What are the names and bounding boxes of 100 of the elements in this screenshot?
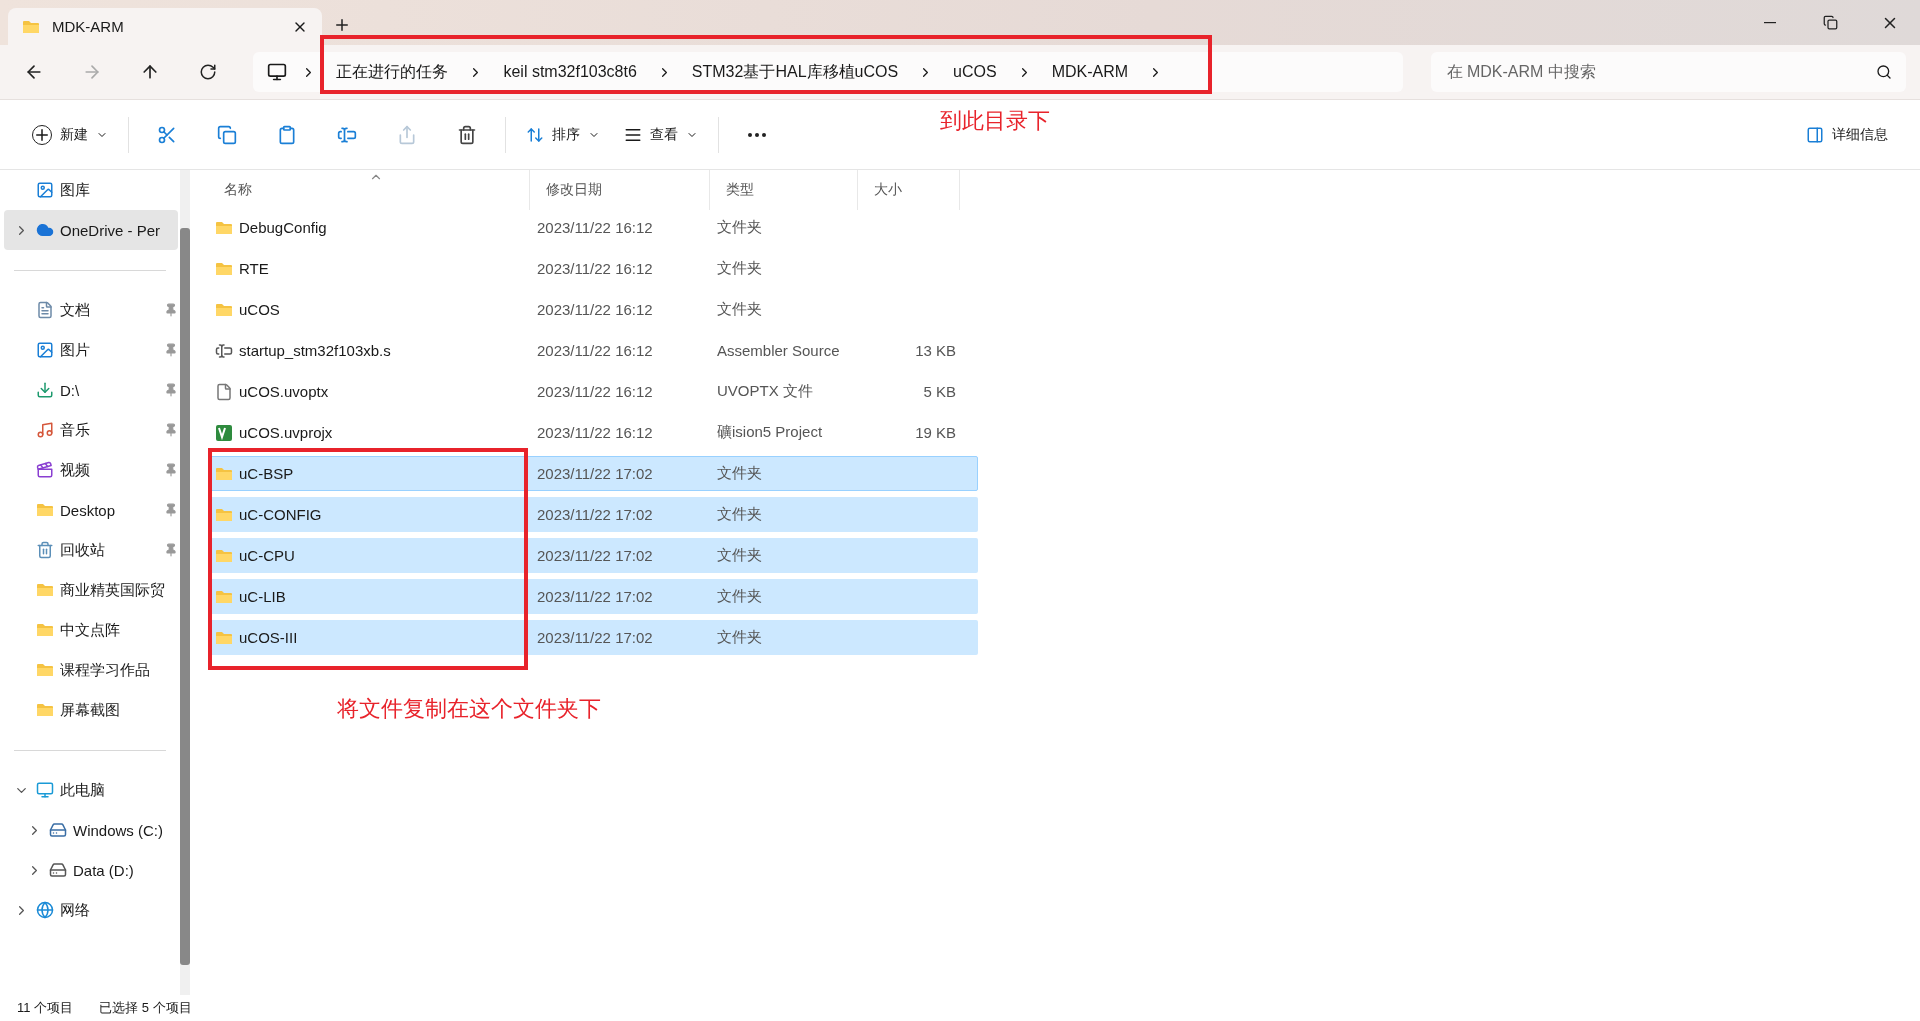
document-icon [36,301,54,319]
file-icon [215,382,233,401]
new-button[interactable]: 新建 [20,114,120,155]
sidebar-item[interactable]: Data (D:) [4,850,178,890]
sidebar-item[interactable]: Windows (C:) [4,810,178,850]
file-name: uCOS.uvprojx [239,424,333,441]
video-icon [36,461,54,479]
folder-icon [215,301,233,318]
monitor-icon [267,62,288,82]
details-button[interactable]: 详细信息 [1794,114,1900,155]
sidebar-item[interactable]: 屏幕截图 [4,690,178,730]
sidebar-item[interactable]: 此电脑 [4,770,178,810]
drive-icon [49,821,67,839]
sidebar-item[interactable]: Desktop [4,490,178,530]
breadcrumb[interactable]: 正在进行的任务 [328,54,457,90]
file-row[interactable]: uCOS.uvoptx 2023/11/22 16:12 UVOPTX 文件 5 KB [208,374,978,409]
sidebar-item[interactable]: D:\ [4,370,178,410]
sidebar-item[interactable]: 课程学习作品 [4,650,178,690]
copy-icon [217,124,237,145]
column-header[interactable]: 大小 [858,170,960,210]
folder-icon [36,662,54,678]
type-cell-text: 文件夹 [716,546,763,565]
view-button[interactable]: 查看 [612,114,710,155]
date-cell-text: 2023/11/22 17:02 [536,547,654,564]
selection-count: 已选择 5 个项目 [99,999,192,1017]
sidebar-item[interactable]: 文档 [4,290,178,330]
size-cell-text: 13 KB [914,342,956,359]
date-cell-text: 2023/11/22 17:02 [536,629,654,646]
folder-icon [22,18,40,35]
picture-icon [36,341,54,359]
type-cell-text: 文件夹 [716,587,763,606]
minimize-icon [1764,21,1776,24]
folder-icon [36,702,54,718]
column-header[interactable]: 修改日期 [530,170,710,210]
sort-icon [526,125,544,144]
size-cell-text: 19 KB [914,424,956,441]
folder-icon [36,582,54,598]
file-name: uC-LIB [239,588,286,605]
sidebar-item[interactable]: OneDrive - Per [4,210,178,250]
clipboard-icon [277,124,297,145]
globe-icon [36,901,54,919]
sidebar-item[interactable]: 视频 [4,450,178,490]
sidebar-item[interactable]: 中文点阵 [4,610,178,650]
file-name: uCOS.uvoptx [239,383,329,400]
scissors-icon [157,124,177,145]
type-cell-text: 礦ision5 Project [716,423,824,442]
size-cell-text: 5 KB [922,383,956,400]
date-cell-text: 2023/11/22 16:12 [536,424,654,441]
sort-button[interactable]: 排序 [514,114,612,155]
address-bar[interactable]: 正在进行的任务 keil stm32f103c8t6 STM32基于HAL库移植uCOS uCOS MDK-ARM [253,52,1403,92]
file-name: uCOS [239,301,280,318]
folder-icon [215,547,233,564]
date-cell-text: 2023/11/22 17:02 [536,506,654,523]
drive-icon [49,861,67,879]
sidebar-item[interactable]: 网络 [4,890,178,930]
monitor-icon [36,781,54,799]
cloud-icon [36,221,54,239]
file-name: DebugConfig [239,219,327,236]
panel-icon [1806,125,1824,144]
file-name: uC-CONFIG [239,506,322,523]
sidebar-item[interactable]: 回收站 [4,530,178,570]
scrollbar[interactable] [180,170,190,995]
file-row[interactable]: RTE 2023/11/22 16:12 文件夹 [208,251,978,286]
sidebar-item[interactable]: 商业精英国际贸 [4,570,178,610]
file-name: uC-CPU [239,547,295,564]
column-header[interactable]: 名称 [208,170,530,210]
breadcrumb[interactable]: STM32基于HAL库移植uCOS [683,54,907,90]
annotation-text: 到此目录下 [940,107,1050,135]
window-tab[interactable]: MDK-ARM [8,8,322,45]
date-cell-text: 2023/11/22 16:12 [536,260,654,277]
annotation-text: 将文件复制在这个文件夹下 [337,695,601,723]
file-row[interactable]: uCOS 2023/11/22 16:12 文件夹 [208,292,978,327]
date-cell-text: 2023/11/22 16:12 [536,301,654,318]
sidebar-item[interactable]: 图库 [4,170,178,210]
item-count: 11 个项目 [17,999,74,1017]
music-icon [36,421,54,439]
search-icon [1876,64,1892,80]
breadcrumb[interactable]: keil stm32f103c8t6 [495,54,645,90]
file-name: uC-BSP [239,465,294,482]
type-cell-text: 文件夹 [716,259,763,278]
date-cell-text: 2023/11/22 17:02 [536,465,654,482]
breadcrumb[interactable]: uCOS [945,54,1005,90]
file-row[interactable]: uCOS.uvprojx 2023/11/22 16:12 礦ision5 Project 19 KB [208,415,978,450]
more-icon [748,132,766,137]
column-header[interactable]: 类型 [710,170,858,210]
file-row[interactable]: DebugConfig 2023/11/22 16:12 文件夹 [208,210,978,245]
folder-icon [215,588,233,605]
file-row[interactable]: startup_stm32f103xb.s 2023/11/22 16:12 Assembler Source 13 KB [208,333,978,368]
folder-icon [215,219,233,236]
type-cell-text: UVOPTX 文件 [716,382,814,401]
restore-icon [1822,15,1838,30]
recycle-bin-icon [36,541,54,559]
sidebar-item[interactable]: 图片 [4,330,178,370]
download-icon [36,381,54,399]
type-cell-text: 文件夹 [716,218,763,237]
sidebar-item[interactable]: 音乐 [4,410,178,450]
folder-icon [215,506,233,523]
date-cell-text: 2023/11/22 16:12 [536,219,654,236]
date-cell-text: 2023/11/22 16:12 [536,342,654,359]
breadcrumb[interactable]: MDK-ARM [1043,54,1137,90]
